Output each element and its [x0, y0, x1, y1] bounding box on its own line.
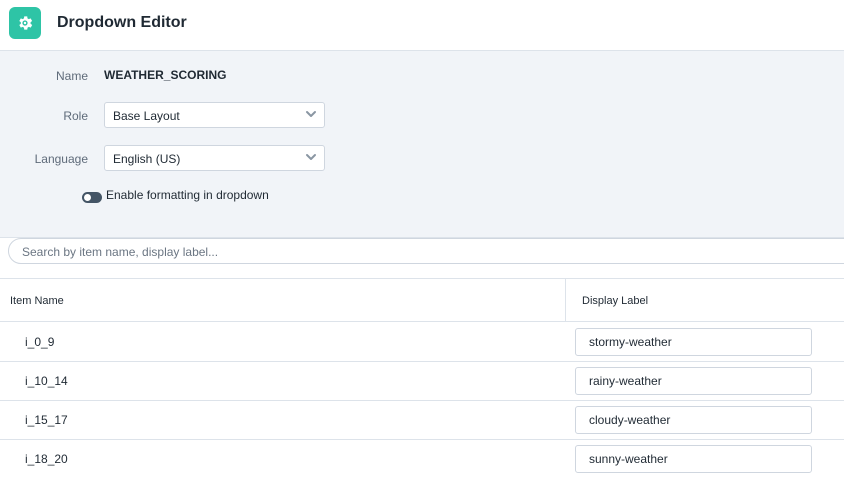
item-name: i_15_17	[25, 413, 68, 427]
display-label-input[interactable]	[575, 367, 812, 395]
formatting-toggle-label: Enable formatting in dropdown	[106, 188, 269, 202]
chevron-down-icon	[306, 154, 316, 160]
table-row: i_0_9	[0, 323, 844, 362]
display-label-input[interactable]	[575, 445, 812, 473]
role-select-value: Base Layout	[113, 109, 180, 123]
language-select-value: English (US)	[113, 152, 181, 166]
chevron-down-icon	[306, 111, 316, 117]
column-header-display-label-label: Display Label	[582, 295, 649, 307]
toggle-knob	[84, 194, 91, 201]
language-select[interactable]: English (US)	[104, 145, 325, 171]
display-label-input[interactable]	[575, 406, 812, 434]
item-name: i_18_20	[25, 452, 68, 466]
table-row: i_18_20	[0, 440, 844, 479]
gear-icon	[9, 7, 41, 39]
column-divider	[565, 278, 566, 322]
page-title: Dropdown Editor	[57, 14, 187, 31]
name-label: Name	[55, 69, 88, 83]
item-name: i_0_9	[25, 335, 55, 349]
display-label-input[interactable]	[575, 328, 812, 356]
language-label: Language	[34, 152, 88, 166]
header-bar: Dropdown Editor	[0, 0, 844, 51]
table-row: i_15_17	[0, 401, 844, 440]
formatting-toggle[interactable]	[82, 192, 102, 203]
role-select[interactable]: Base Layout	[104, 102, 325, 128]
column-header-item-name: Item Name	[0, 278, 565, 322]
table-row: i_10_14	[0, 362, 844, 401]
search-input[interactable]: Search by item name, display label...	[8, 238, 844, 264]
settings-form: Name WEATHER_SCORING Role Base Layout La…	[0, 51, 844, 238]
role-label: Role	[63, 109, 88, 123]
column-header-item-name-label: Item Name	[10, 295, 64, 307]
search-placeholder: Search by item name, display label...	[22, 245, 219, 259]
item-name: i_10_14	[25, 374, 68, 388]
column-header-display-label: Display Label	[566, 278, 844, 322]
name-value: WEATHER_SCORING	[104, 68, 227, 82]
